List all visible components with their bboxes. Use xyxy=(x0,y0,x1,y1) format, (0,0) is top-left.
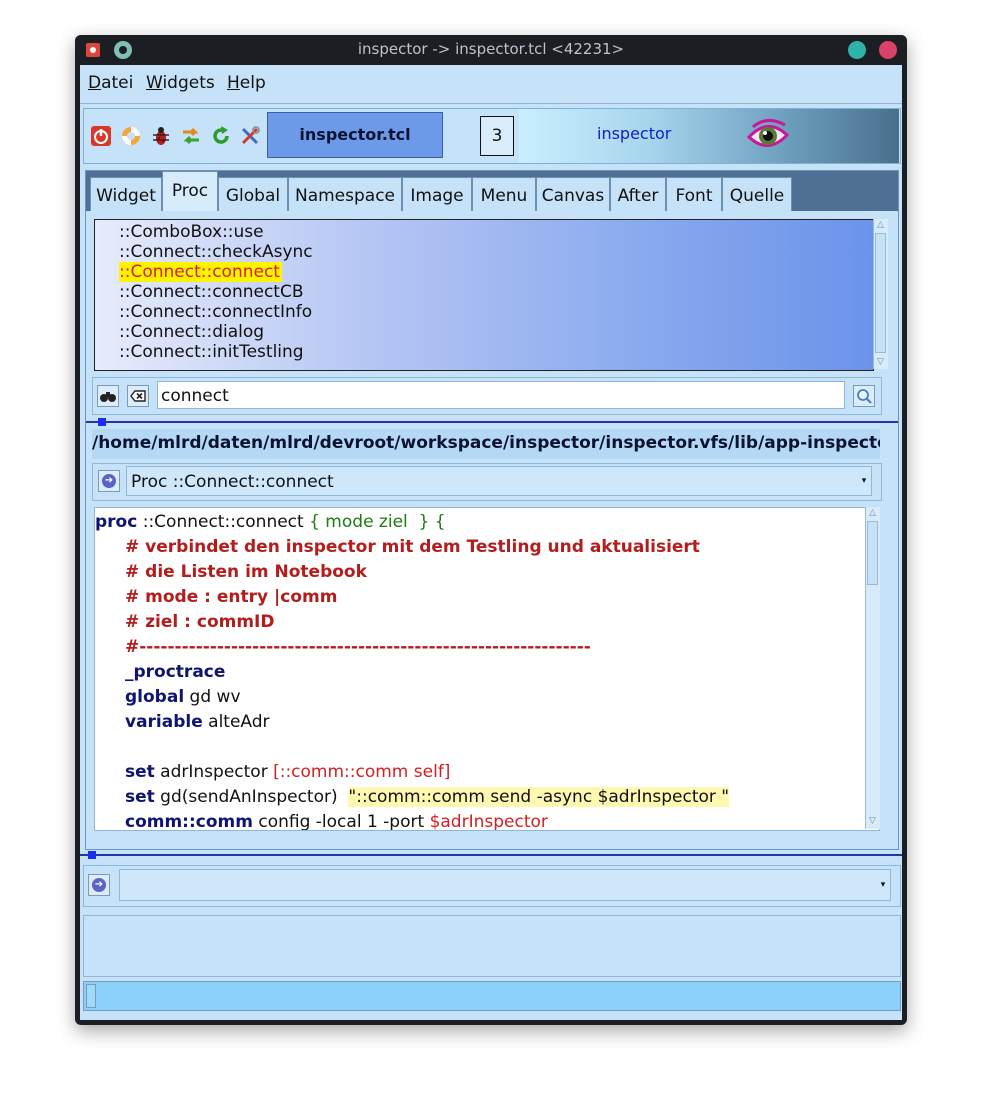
go-button[interactable]: ➔ xyxy=(98,470,120,492)
tab-global[interactable]: Global xyxy=(218,177,288,211)
close-button[interactable] xyxy=(879,41,897,59)
command-row: ➔ ▾ xyxy=(83,865,901,907)
command-combobox[interactable]: ▾ xyxy=(119,869,891,901)
lifebuoy-icon[interactable] xyxy=(120,125,142,147)
list-item[interactable]: ::Connect::dialog xyxy=(119,322,264,342)
clear-icon[interactable] xyxy=(127,385,149,407)
window-title: inspector -> inspector.tcl <42231> xyxy=(357,40,625,58)
code-line: _proctrace xyxy=(125,662,226,682)
code-comment: #---------------------------------------… xyxy=(125,637,591,657)
dropdown-arrow-icon[interactable]: ▾ xyxy=(878,876,888,894)
file-path: /home/mlrd/daten/mlrd/devroot/workspace/… xyxy=(92,433,880,453)
banner: inspector xyxy=(519,109,899,163)
refresh-icon[interactable] xyxy=(210,125,232,147)
scroll-thumb[interactable] xyxy=(867,521,878,585)
code-comment: # mode : entry |comm xyxy=(125,587,338,607)
code-scrollbar[interactable]: △ ▽ xyxy=(865,507,880,829)
list-item[interactable]: ::Connect::connectCB xyxy=(119,282,304,302)
swap-arrows-icon[interactable] xyxy=(180,125,202,147)
tab-quelle[interactable]: Quelle xyxy=(722,177,792,211)
proc-combobox-value: Proc ::Connect::connect xyxy=(131,472,334,492)
search-input[interactable]: connect xyxy=(157,381,845,409)
code-comment: # die Listen im Notebook xyxy=(125,562,367,582)
tab-font[interactable]: Font xyxy=(666,177,722,211)
list-scrollbar[interactable]: △ ▽ xyxy=(873,219,888,369)
dropdown-arrow-icon[interactable]: ▾ xyxy=(859,472,869,490)
notebook: Widget Proc Global Namespace Image Menu … xyxy=(85,170,899,850)
title-bar[interactable]: inspector -> inspector.tcl <42231> xyxy=(75,35,907,65)
menu-bar: Datei Widgets Help xyxy=(80,65,902,104)
binoculars-icon[interactable] xyxy=(97,385,119,407)
tab-image[interactable]: Image xyxy=(402,177,472,211)
pane-sash[interactable] xyxy=(86,421,898,423)
toolbar: inspector.tcl <42231> 3 inspector xyxy=(83,108,901,188)
menu-widgets[interactable]: Widgets xyxy=(146,73,215,93)
file-path-bar: /home/mlrd/daten/mlrd/devroot/workspace/… xyxy=(92,429,880,459)
list-item-selected[interactable]: ::Connect::connect xyxy=(119,262,282,282)
code-line: variable alteAdr xyxy=(125,712,270,732)
tab-after[interactable]: After xyxy=(610,177,666,211)
list-item[interactable]: ::Connect::checkAsync xyxy=(119,242,313,262)
proc-combobox[interactable]: Proc ::Connect::connect ▾ xyxy=(126,466,872,496)
eye-logo-icon xyxy=(746,117,790,155)
code-line: comm::comm config -local 1 -port $adrIns… xyxy=(125,812,548,831)
code-comment: # ziel : commID xyxy=(125,612,275,632)
scroll-up-icon[interactable]: △ xyxy=(875,219,886,231)
code-line: set adrInspector [::comm::comm self] xyxy=(125,762,451,782)
sash-handle[interactable] xyxy=(88,851,96,859)
scroll-down-icon[interactable]: ▽ xyxy=(867,815,878,827)
tools-icon[interactable] xyxy=(239,125,261,147)
pane-sash[interactable] xyxy=(80,854,902,856)
code-comment: # verbindet den inspector mit dem Testli… xyxy=(125,537,700,557)
code-line: set gd(sendAnInspector) "::comm::comm se… xyxy=(125,787,730,807)
code-line: proc ::Connect::connect { mode ziel } { xyxy=(95,512,446,532)
code-view[interactable]: proc ::Connect::connect { mode ziel } { … xyxy=(94,507,880,831)
tab-proc[interactable]: Proc xyxy=(162,171,218,211)
scroll-thumb[interactable] xyxy=(875,233,886,353)
scroll-up-icon[interactable]: △ xyxy=(867,507,878,519)
tab-bar: Widget Proc Global Namespace Image Menu … xyxy=(86,171,898,211)
target-label[interactable]: inspector.tcl <42231> xyxy=(267,112,443,188)
list-item[interactable]: ::Connect::connectInfo xyxy=(119,302,312,322)
arrow-right-icon: ➔ xyxy=(92,878,106,892)
power-icon[interactable] xyxy=(90,125,112,147)
status-segment xyxy=(86,984,96,1008)
output-area xyxy=(83,915,901,977)
tab-widget[interactable]: Widget xyxy=(90,177,162,211)
search-icon[interactable] xyxy=(853,385,875,407)
tab-namespace[interactable]: Namespace xyxy=(288,177,402,211)
bug-icon[interactable] xyxy=(150,125,172,147)
arrow-right-icon: ➔ xyxy=(102,474,116,488)
client-area: Datei Widgets Help inspector.tcl 3 inspe… xyxy=(80,65,902,1020)
proc-list[interactable]: ::ComboBox::use ::Connect::checkAsync ::… xyxy=(94,219,874,371)
status-bar xyxy=(83,981,901,1011)
tab-menu[interactable]: Menu xyxy=(472,177,536,211)
code-line: global gd wv xyxy=(125,687,241,707)
scroll-down-icon[interactable]: ▽ xyxy=(875,356,886,368)
minimize-button[interactable] xyxy=(848,41,866,59)
proc-select-row: ➔ Proc ::Connect::connect ▾ xyxy=(92,463,882,501)
list-item[interactable]: ::ComboBox::use xyxy=(119,222,264,242)
count-box: 3 xyxy=(480,116,514,156)
tab-canvas[interactable]: Canvas xyxy=(536,177,610,211)
search-row: connect xyxy=(92,377,882,415)
list-item[interactable]: ::Connect::initTestling xyxy=(119,342,304,362)
app-window: inspector -> inspector.tcl <42231> Datei… xyxy=(75,35,907,1025)
banner-title: inspector xyxy=(597,124,672,143)
run-button[interactable]: ➔ xyxy=(88,874,110,896)
sash-handle[interactable] xyxy=(98,418,106,426)
menu-help[interactable]: Help xyxy=(227,73,266,93)
menu-datei[interactable]: Datei xyxy=(88,73,133,93)
